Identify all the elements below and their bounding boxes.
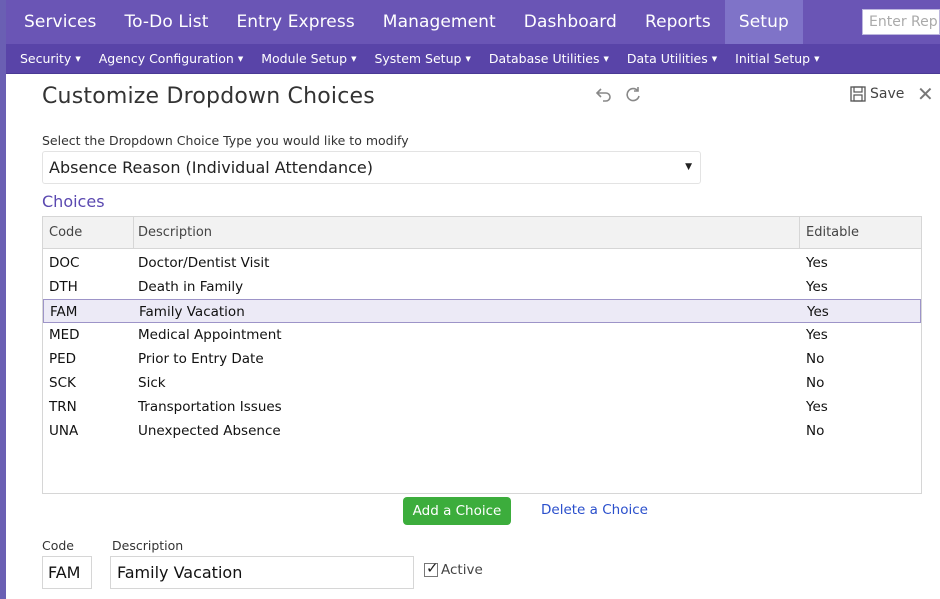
active-checkbox[interactable]: ✓ Active: [424, 559, 483, 578]
dropdown-type-select[interactable]: Absence Reason (Individual Attendance) ▼: [42, 151, 701, 184]
nav-setup[interactable]: Setup: [724, 0, 803, 44]
cell-code: TRN: [49, 399, 77, 415]
table-row[interactable]: PED Prior to Entry Date No: [43, 347, 921, 371]
cell-description: Death in Family: [138, 279, 244, 295]
cell-code: DOC: [49, 255, 80, 271]
cell-code: PED: [49, 351, 77, 367]
subnav-label: Module Setup: [261, 51, 348, 66]
cell-editable: Yes: [806, 327, 828, 343]
subnav-label: Database Utilities: [488, 51, 600, 66]
cell-description: Medical Appointment: [138, 327, 282, 343]
save-button[interactable]: Save: [850, 86, 904, 102]
cell-description: Unexpected Absence: [138, 423, 281, 439]
nav-services[interactable]: Services: [6, 0, 111, 44]
nav-todo-list[interactable]: To-Do List: [111, 0, 223, 44]
table-row-selected[interactable]: FAM Family Vacation Yes: [43, 299, 921, 323]
table-row[interactable]: DOC Doctor/Dentist Visit Yes: [43, 251, 921, 275]
subnav-label: Data Utilities: [626, 51, 708, 66]
page-title: Customize Dropdown Choices: [42, 84, 375, 109]
choices-heading: Choices: [42, 192, 105, 211]
subnav-label: Initial Setup: [735, 51, 811, 66]
dropdown-type-label: Select the Dropdown Choice Type you woul…: [42, 133, 409, 148]
nav-entry-express[interactable]: Entry Express: [222, 0, 368, 44]
cell-code: SCK: [49, 375, 76, 391]
table-row[interactable]: DTH Death in Family Yes: [43, 275, 921, 299]
subnav-label: Security: [20, 51, 72, 66]
caret-down-icon: ▼: [603, 54, 609, 63]
save-label: Save: [870, 86, 905, 102]
cell-editable: No: [806, 375, 825, 391]
description-label: Description: [112, 538, 184, 553]
caret-down-icon: ▼: [351, 54, 357, 63]
subnav-data-utilities[interactable]: Data Utilities ▼: [618, 51, 726, 66]
cell-code: MED: [49, 327, 80, 343]
caret-down-icon: ▼: [75, 54, 81, 63]
table-row[interactable]: SCK Sick No: [43, 371, 921, 395]
choices-table: Code Description Editable DOC Doctor/Dent…: [42, 216, 922, 494]
header-code[interactable]: Code: [49, 217, 82, 248]
subnav-label: System Setup: [374, 51, 462, 66]
caret-down-icon: ▼: [465, 54, 471, 63]
caret-down-icon: ▼: [711, 54, 718, 63]
cell-description: Transportation Issues: [138, 399, 282, 415]
floppy-disk-icon: [850, 86, 866, 102]
subnav-agency-configuration[interactable]: Agency Configuration ▼: [90, 51, 253, 66]
cell-editable: Yes: [807, 304, 829, 320]
cell-code: FAM: [50, 304, 78, 320]
header-tools: [595, 85, 643, 110]
caret-down-icon: ▼: [685, 162, 692, 172]
cell-description: Sick: [138, 375, 166, 391]
nav-dashboard[interactable]: Dashboard: [510, 0, 631, 44]
table-row[interactable]: MED Medical Appointment Yes: [43, 323, 921, 347]
table-row[interactable]: UNA Unexpected Absence No: [43, 419, 921, 443]
active-label: Active: [441, 562, 483, 578]
checkbox-checked-icon: ✓: [424, 559, 439, 577]
delete-choice-link[interactable]: Delete a Choice: [541, 502, 648, 518]
cell-editable: Yes: [806, 255, 828, 271]
top-nav: Services To-Do List Entry Express Manage…: [6, 0, 940, 44]
cell-code: UNA: [49, 423, 79, 439]
cell-editable: No: [806, 423, 825, 439]
search-input[interactable]: Enter Rep: [862, 9, 940, 35]
cell-code: DTH: [49, 279, 78, 295]
caret-down-icon: ▼: [237, 54, 244, 63]
nav-reports[interactable]: Reports: [631, 0, 725, 44]
header-description[interactable]: Description: [133, 217, 212, 248]
caret-down-icon: ▼: [814, 54, 820, 63]
undo-icon[interactable]: [595, 85, 613, 110]
cell-description: Prior to Entry Date: [138, 351, 264, 367]
code-label: Code: [42, 538, 75, 553]
cell-description: Doctor/Dentist Visit: [138, 255, 270, 271]
cell-description: Family Vacation: [139, 304, 245, 320]
sub-nav: Security ▼ Agency Configuration ▼ Module S…: [6, 44, 940, 74]
cell-editable: Yes: [806, 399, 828, 415]
header-editable[interactable]: Editable: [799, 217, 859, 248]
subnav-initial-setup[interactable]: Initial Setup ▼: [726, 51, 828, 66]
description-field[interactable]: Family Vacation: [110, 556, 414, 589]
cell-editable: Yes: [806, 279, 828, 295]
subnav-database-utilities[interactable]: Database Utilities ▼: [480, 51, 618, 66]
dropdown-type-value: Absence Reason (Individual Attendance): [49, 158, 373, 177]
subnav-module-setup[interactable]: Module Setup ▼: [252, 51, 365, 66]
nav-management[interactable]: Management: [369, 0, 510, 44]
cell-editable: No: [806, 351, 825, 367]
table-header: Code Description Editable: [43, 217, 921, 249]
close-icon[interactable]: ✕: [917, 82, 934, 106]
subnav-system-setup[interactable]: System Setup ▼: [365, 51, 479, 66]
refresh-icon[interactable]: [623, 85, 643, 110]
subnav-label: Agency Configuration: [98, 51, 234, 66]
code-field[interactable]: FAM: [42, 556, 92, 589]
subnav-security[interactable]: Security ▼: [6, 51, 90, 66]
add-choice-button[interactable]: Add a Choice: [403, 497, 511, 525]
table-row[interactable]: TRN Transportation Issues Yes: [43, 395, 921, 419]
